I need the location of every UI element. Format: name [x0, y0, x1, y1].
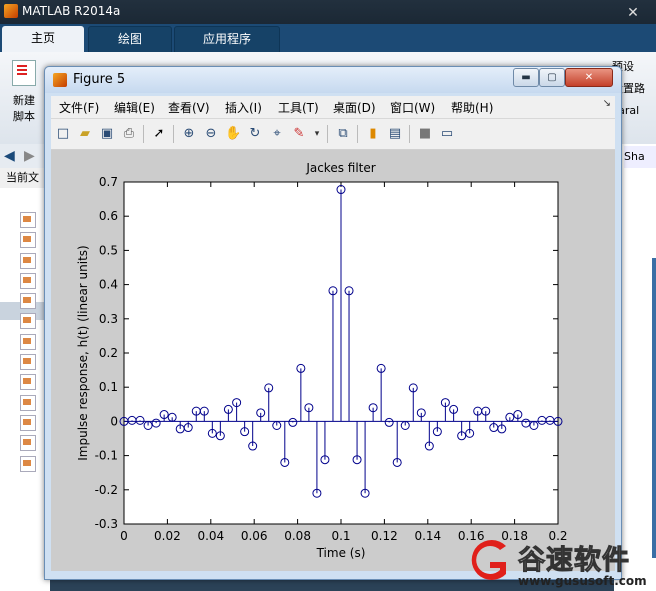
- toolbar-separator: [357, 125, 358, 143]
- x-tick-label: 0.04: [197, 529, 224, 543]
- y-tick-label: 0.4: [99, 278, 118, 292]
- x-axis-label: Time (s): [316, 546, 366, 560]
- file-icon[interactable]: [20, 252, 36, 269]
- file-icon[interactable]: [20, 212, 36, 228]
- menu-view[interactable]: 查看(V): [168, 99, 210, 116]
- file-icon[interactable]: [20, 272, 36, 289]
- x-tick-label: 0.14: [414, 529, 441, 543]
- matlab-titlebar: MATLAB R2014a ✕: [0, 0, 656, 24]
- x-tick-label: 0: [120, 529, 128, 543]
- figure-window: Figure 5 ▬ ▢ ✕ 文件(F) 编辑(E) 查看(V) 插入(I) 工…: [44, 66, 622, 580]
- new-script-label-2: 脚本: [13, 110, 35, 123]
- new-script-button[interactable]: 新建 脚本: [6, 58, 42, 128]
- figure-menubar: 文件(F) 编辑(E) 查看(V) 插入(I) 工具(T) 桌面(D) 窗口(W…: [51, 96, 615, 119]
- rotate-3d-icon[interactable]: ↻: [247, 126, 263, 142]
- figure-canvas: -0.3 -0.2 -0.1 0 0.1 0.2 0.3 0.4 0.5 0.6 0.7 0 0.02…: [51, 150, 615, 571]
- hide-plot-tools-icon[interactable]: ■: [417, 126, 433, 142]
- y-tick-label: -0.3: [95, 517, 118, 531]
- zoom-out-icon[interactable]: ⊖: [203, 126, 219, 142]
- zoom-in-icon[interactable]: ⊕: [181, 126, 197, 142]
- y-tick-label: 0.6: [99, 209, 118, 223]
- new-figure-icon[interactable]: □: [55, 126, 71, 142]
- file-icon[interactable]: [20, 313, 36, 330]
- y-tick-label: 0.5: [99, 243, 118, 257]
- menu-edit[interactable]: 编辑(E): [114, 99, 155, 116]
- matlab-logo-icon: [4, 4, 18, 18]
- figure-title: Figure 5: [73, 72, 126, 87]
- file-icon[interactable]: [20, 232, 36, 249]
- file-icon[interactable]: [20, 435, 36, 452]
- watermark-text: 谷速软件: [518, 545, 630, 577]
- new-script-label-1: 新建: [13, 94, 35, 107]
- maximize-button[interactable]: ▢: [539, 68, 565, 87]
- watermark-url: www.gususoft.com: [518, 574, 647, 588]
- file-icon[interactable]: [20, 293, 36, 310]
- toolbar-separator: [327, 125, 328, 143]
- watermark-logo-icon: [471, 540, 506, 580]
- stem-plot[interactable]: -0.3 -0.2 -0.1 0 0.1 0.2 0.3 0.4 0.5 0.6 0.7 0 0.02…: [51, 150, 615, 571]
- y-tick-label: 0.3: [99, 312, 118, 326]
- file-icon[interactable]: [20, 333, 36, 350]
- toolbar-separator: [173, 125, 174, 143]
- file-icon[interactable]: [20, 354, 36, 371]
- brush-icon[interactable]: ✎: [291, 126, 307, 142]
- right-panel-scrollbar[interactable]: [652, 258, 656, 558]
- data-cursor-icon[interactable]: ⌖: [269, 126, 285, 142]
- x-tick-label: 0.12: [371, 529, 398, 543]
- show-plot-tools-icon[interactable]: ▭: [439, 126, 455, 142]
- menu-overflow-icon[interactable]: ↘: [603, 98, 611, 109]
- matlab-figure-icon: [53, 73, 67, 87]
- file-icon[interactable]: [20, 394, 36, 411]
- x-tick-label: 0.1: [331, 529, 350, 543]
- brush-dropdown-icon[interactable]: ▾: [309, 126, 325, 142]
- menu-desktop[interactable]: 桌面(D): [333, 99, 376, 116]
- menu-help[interactable]: 帮助(H): [451, 99, 493, 116]
- y-tick-label: 0.7: [99, 175, 118, 189]
- new-script-icon: [12, 60, 36, 86]
- minimize-button[interactable]: ▬: [513, 68, 539, 87]
- x-tick-label: 0.02: [154, 529, 181, 543]
- chart-title: Jackes filter: [305, 161, 375, 175]
- toolbar-separator: [409, 125, 410, 143]
- y-tick-label: 0.2: [99, 346, 118, 360]
- legend-icon[interactable]: ▤: [387, 126, 403, 142]
- edit-plot-arrow-icon[interactable]: ➚: [151, 126, 167, 142]
- menu-tools[interactable]: 工具(T): [278, 99, 319, 116]
- y-tick-labels: -0.3 -0.2 -0.1 0 0.1 0.2 0.3 0.4 0.5 0.6 0.7: [95, 175, 118, 531]
- tab-plots[interactable]: 绘图: [88, 26, 172, 54]
- y-tick-label: -0.1: [95, 449, 118, 463]
- y-axis-label: Impulse response, h(t) (linear units): [76, 245, 90, 460]
- menu-insert[interactable]: 插入(I): [225, 99, 262, 116]
- menu-file[interactable]: 文件(F): [59, 99, 99, 116]
- toolbar-separator: [143, 125, 144, 143]
- forward-arrow-icon[interactable]: ▶: [24, 148, 35, 164]
- file-icon[interactable]: [20, 374, 36, 391]
- file-icon[interactable]: [20, 455, 36, 472]
- ribbon-tabs: 主页 绘图 应用程序: [0, 24, 656, 54]
- link-plot-icon[interactable]: ⧉: [335, 126, 351, 142]
- file-icon[interactable]: [20, 414, 36, 431]
- figure-toolbar: □ ▰ ▣ ⎙ ➚ ⊕ ⊖ ✋ ↻ ⌖ ✎ ▾ ⧉ ▮ ▤ ■ ▭: [51, 119, 615, 150]
- print-icon[interactable]: ⎙: [121, 126, 137, 142]
- colorbar-icon[interactable]: ▮: [365, 126, 381, 142]
- save-icon[interactable]: ▣: [99, 126, 115, 142]
- right-panel-label: Sha: [624, 146, 656, 168]
- y-tick-label: 0.1: [99, 380, 118, 394]
- y-tick-label: -0.2: [95, 483, 118, 497]
- back-arrow-icon[interactable]: ◀: [4, 148, 15, 164]
- menu-window[interactable]: 窗口(W): [390, 99, 435, 116]
- close-button[interactable]: ✕: [565, 68, 613, 87]
- figure-titlebar[interactable]: Figure 5 ▬ ▢ ✕: [45, 67, 621, 93]
- y-tick-label: 0: [110, 414, 118, 428]
- open-file-icon[interactable]: ▰: [77, 126, 93, 142]
- file-list: [20, 212, 40, 476]
- nav-row: ◀ ▶: [0, 144, 50, 168]
- tab-home[interactable]: 主页: [2, 26, 84, 52]
- tab-apps[interactable]: 应用程序: [174, 26, 280, 54]
- x-tick-label: 0.06: [241, 529, 268, 543]
- x-tick-label: 0.08: [284, 529, 311, 543]
- matlab-window-title: MATLAB R2014a: [22, 4, 121, 18]
- matlab-close-icon[interactable]: ✕: [626, 6, 640, 20]
- pan-hand-icon[interactable]: ✋: [225, 126, 241, 142]
